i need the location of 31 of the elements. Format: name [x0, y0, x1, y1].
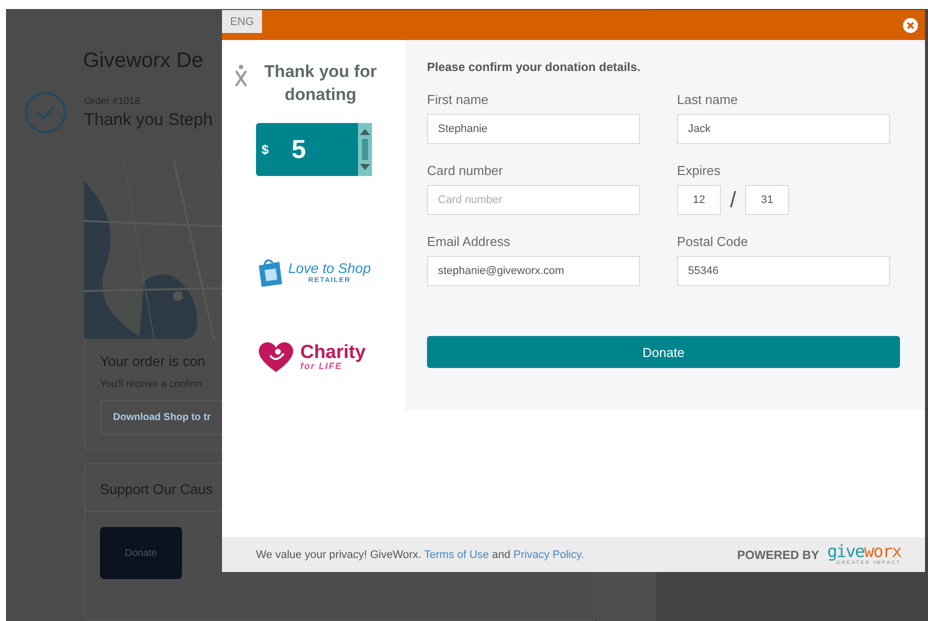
- stepper-icon[interactable]: [358, 123, 372, 176]
- field-label: Expires: [677, 163, 722, 178]
- sponsor-name: Charity: [300, 342, 366, 362]
- input-field[interactable]: Card number: [427, 185, 640, 215]
- close-icon[interactable]: [903, 18, 918, 33]
- sponsor-tagline: for LIFE: [300, 362, 342, 370]
- month-field[interactable]: 12: [677, 185, 721, 215]
- language-button[interactable]: ENG: [222, 10, 262, 33]
- form-heading: Please confirm your donation details.: [427, 60, 640, 74]
- person-icon: [234, 64, 248, 88]
- field-label: Email Address: [427, 234, 512, 249]
- privacy-notice: We value your privacy! GiveWorx. Terms of Use and Privacy Policy.: [256, 548, 584, 560]
- powered-by-label: POWERED BY: [737, 548, 820, 562]
- privacy-link[interactable]: Privacy Policy.: [513, 548, 584, 560]
- field-label: First name: [427, 92, 490, 107]
- brand-logo: giveworx: [827, 544, 901, 560]
- field-label: Card number: [427, 163, 504, 178]
- terms-link[interactable]: Terms of Use: [424, 548, 489, 560]
- donate-button[interactable]: Donate: [427, 336, 900, 368]
- field-label: Last name: [677, 92, 739, 107]
- amount-field[interactable]: $ 5: [256, 123, 372, 176]
- sponsor-name: Love to Shop: [288, 260, 371, 274]
- year-field[interactable]: 31: [745, 185, 790, 215]
- input-field[interactable]: 55346: [677, 256, 890, 286]
- input-field[interactable]: stephanie@giveworx.com: [427, 256, 640, 286]
- thank-you-heading: Thank you for donating: [263, 61, 378, 106]
- date-separator: /: [730, 187, 736, 213]
- input-field[interactable]: Jack: [677, 114, 890, 144]
- check-circle-icon: [24, 91, 67, 134]
- field-label: Postal Code: [677, 234, 749, 249]
- input-field[interactable]: Stephanie: [427, 114, 640, 144]
